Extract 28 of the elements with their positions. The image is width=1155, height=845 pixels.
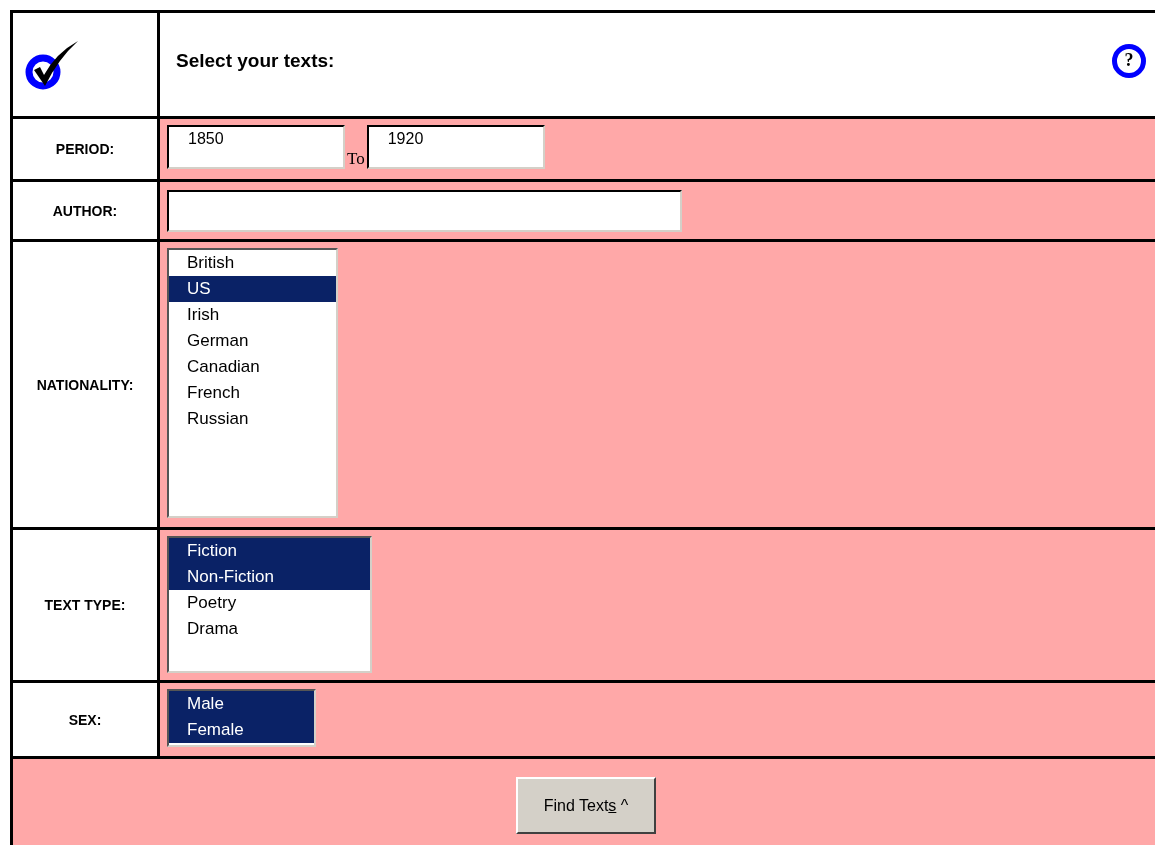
list-option[interactable]: Male <box>169 691 314 717</box>
list-option[interactable]: Non-Fiction <box>169 564 370 590</box>
list-option[interactable]: French <box>169 380 336 406</box>
list-box[interactable]: Male Female <box>167 689 316 747</box>
list-option[interactable]: Russian <box>169 406 336 432</box>
year-to-field[interactable]: 1920 <box>366 125 545 169</box>
list-option[interactable]: Female <box>169 717 314 743</box>
list-option[interactable]: German <box>169 328 336 354</box>
find-texts-button[interactable]: Find Texts ^ <box>516 777 656 834</box>
author-field[interactable] <box>167 190 682 232</box>
list-box[interactable]: British US Irish German Canadian French Russian <box>167 248 338 518</box>
list-option[interactable]: Irish <box>169 302 336 328</box>
field-label: TEXT TYPE: <box>44 597 126 613</box>
list-option[interactable]: US <box>169 276 336 302</box>
list-box[interactable]: Fiction Non-Fiction Poetry Drama <box>167 536 372 673</box>
list-option[interactable]: Drama <box>169 616 370 642</box>
list-option[interactable]: British <box>169 250 336 276</box>
list-option[interactable]: Poetry <box>169 590 370 616</box>
list-option[interactable]: Fiction <box>169 538 370 564</box>
field-label: AUTHOR: <box>52 202 118 219</box>
field-label: NATIONALITY: <box>36 376 134 393</box>
help-icon[interactable]: ? <box>1112 43 1146 78</box>
list-option[interactable]: Canadian <box>169 354 336 380</box>
year-from-field[interactable]: 1850 <box>167 125 345 169</box>
range-separator: To <box>347 149 365 169</box>
form-title: Select your texts: <box>176 49 335 72</box>
field-label: SEX: <box>68 711 102 728</box>
field-label: PERIOD: <box>55 141 115 157</box>
